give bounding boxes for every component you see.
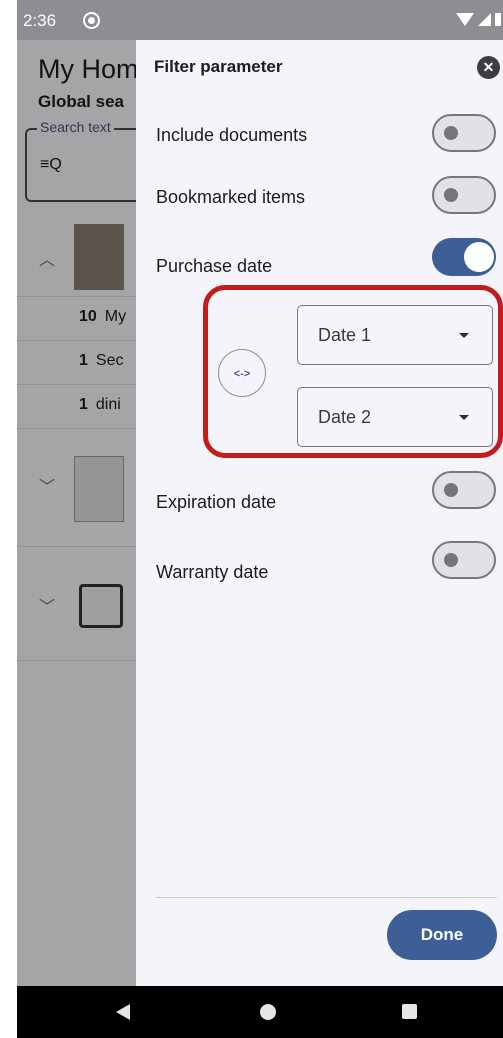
phone-screen: 2:36 My Hom Global sea Search text ≡Q ︿ … — [17, 0, 503, 1038]
back-icon[interactable] — [116, 1004, 130, 1020]
status-bar: 2:36 — [17, 0, 503, 40]
dialog-title: Filter parameter — [154, 57, 283, 76]
recent-apps-icon[interactable] — [402, 1004, 417, 1019]
toggle-knob — [444, 483, 458, 497]
toggle-knob — [444, 188, 458, 202]
toggle-knob — [444, 553, 458, 567]
bookmarked-items-toggle[interactable] — [432, 176, 496, 214]
navigation-bar — [17, 986, 503, 1038]
warranty-date-label: Warranty date — [156, 562, 269, 582]
toggle-knob — [464, 242, 494, 272]
done-button[interactable]: Done — [387, 910, 497, 960]
dropdown-arrow-icon — [459, 333, 469, 338]
home-icon[interactable] — [260, 1004, 276, 1020]
screen-record-icon — [83, 12, 100, 29]
status-time: 2:36 — [23, 11, 57, 30]
warranty-date-toggle[interactable] — [432, 541, 496, 579]
date1-dropdown[interactable]: Date 1 — [297, 305, 493, 365]
dropdown-arrow-icon — [459, 415, 469, 420]
system-icons — [456, 13, 501, 26]
bookmarked-items-label: Bookmarked items — [156, 187, 306, 207]
cell-signal-icon — [478, 13, 491, 26]
date2-dropdown[interactable]: Date 2 — [297, 387, 493, 447]
purchase-date-toggle[interactable] — [432, 238, 496, 276]
include-documents-toggle[interactable] — [432, 114, 496, 152]
dialog-divider — [156, 897, 497, 898]
purchase-date-label: Purchase date — [156, 256, 273, 276]
wifi-icon — [456, 13, 474, 26]
expiration-date-toggle[interactable] — [432, 471, 496, 509]
date1-value: Date 1 — [318, 325, 372, 345]
battery-icon — [495, 13, 501, 26]
toggle-knob — [444, 126, 458, 140]
expiration-date-label: Expiration date — [156, 492, 277, 512]
date2-value: Date 2 — [318, 407, 372, 427]
swap-dates-button[interactable]: <-> — [218, 349, 266, 397]
filter-dialog: Filter parameter ✕ Include documents Boo… — [136, 40, 503, 986]
close-icon[interactable]: ✕ — [477, 56, 500, 79]
include-documents-label: Include documents — [156, 125, 308, 145]
